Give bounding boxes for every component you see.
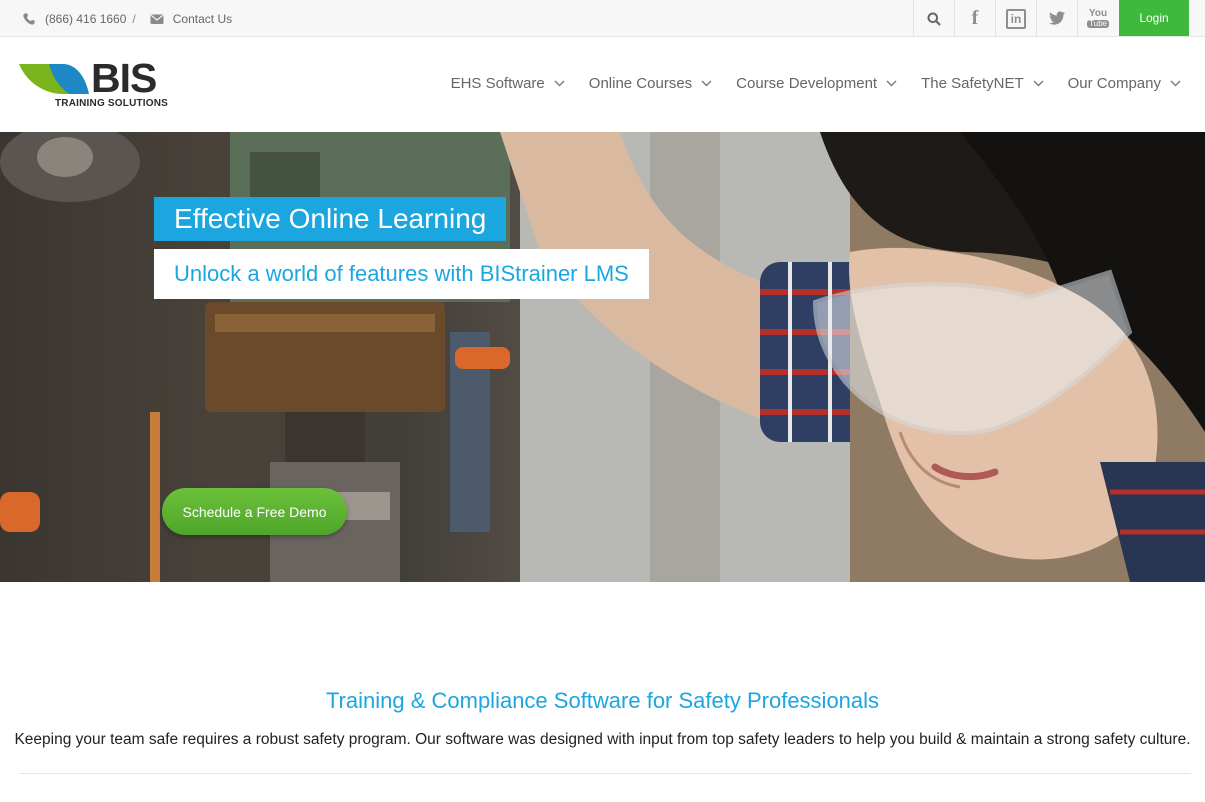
mail-icon [150,12,164,26]
separator: / [132,11,136,26]
site-header: BIS TRAINING SOLUTIONS EHS Software Onli… [0,37,1205,132]
nav-label: Online Courses [588,74,693,92]
nav-our-company[interactable]: Our Company [1068,75,1181,92]
hero-banner: Effective Online Learning Unlock a world… [0,132,1205,582]
twitter-icon [1048,11,1065,25]
nav-label: EHS Software [450,74,545,92]
linkedin-icon-text: in [1010,11,1022,26]
chevron-down-icon [1170,80,1181,86]
section-divider [19,773,1191,774]
phone-number: (866) 416 1660 [45,11,127,26]
phone-icon [22,12,36,26]
chevron-down-icon [1033,80,1044,86]
top-bar: (866) 416 1660 / Contact Us f in You Tub… [0,0,1205,37]
logo-mark-icon [19,64,89,94]
social-bar: f in You Tube Login [913,0,1189,37]
facebook-button[interactable]: f [954,0,995,37]
chevron-down-icon [701,80,712,86]
nav-ehs-software[interactable]: EHS Software [451,75,565,92]
logo-wordmark: BIS [91,55,157,101]
nav-label: Our Company [1067,74,1161,92]
youtube-icon: You Tube [1087,9,1109,28]
search-button[interactable] [913,0,954,37]
youtube-icon-bottom: Tube [1087,19,1109,28]
search-icon [927,12,941,26]
youtube-icon-top: You [1088,8,1108,19]
contact-info: (866) 416 1660 / Contact Us [22,0,232,37]
youtube-button[interactable]: You Tube [1077,0,1118,37]
nav-online-courses[interactable]: Online Courses [589,75,712,92]
linkedin-button[interactable]: in [995,0,1036,37]
chevron-down-icon [886,80,897,86]
hero-headline: Effective Online Learning [154,197,507,241]
twitter-button[interactable] [1036,0,1077,37]
contact-us-link[interactable]: Contact Us [173,12,232,26]
main-nav: EHS Software Online Courses Course Devel… [427,37,1181,129]
nav-course-development[interactable]: Course Development [736,75,897,92]
intro-title: Training & Compliance Software for Safet… [325,688,880,713]
schedule-demo-button[interactable]: Schedule a Free Demo [162,488,347,535]
nav-label: Course Development [736,74,878,92]
facebook-icon: f [971,7,979,29]
hero-subheadline: Unlock a world of features with BIStrain… [154,249,649,299]
login-button[interactable]: Login [1119,0,1189,36]
chevron-down-icon [554,80,565,86]
nav-the-safetynet[interactable]: The SafetyNET [921,75,1044,92]
linkedin-icon: in [1006,8,1026,29]
bis-logo[interactable]: BIS TRAINING SOLUTIONS [19,55,169,111]
nav-label: The SafetyNET [921,74,1024,92]
intro-text: Keeping your team safe requires a robust… [14,731,1191,748]
logo-subtitle: TRAINING SOLUTIONS [55,98,169,109]
